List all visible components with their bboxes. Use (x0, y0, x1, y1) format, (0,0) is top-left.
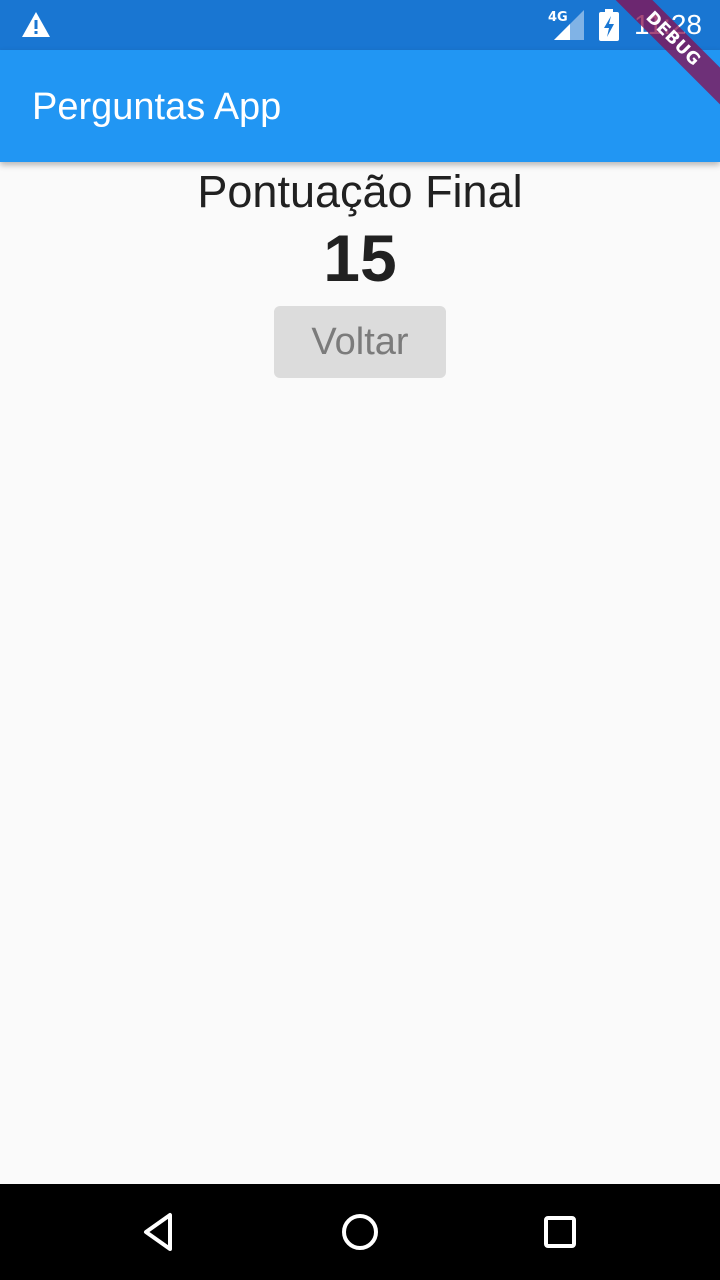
final-score-label: Pontuação Final (197, 166, 523, 217)
app-title: Perguntas App (32, 86, 282, 128)
status-bar: 4G 11:28 (0, 0, 720, 50)
network-type-label: 4G (548, 10, 568, 25)
navigation-bar (0, 1184, 720, 1280)
final-score-value: 15 (323, 221, 397, 295)
home-circle-icon[interactable] (338, 1210, 382, 1254)
screen: 4G 11:28 DEBUG Perguntas App Pontuação F… (0, 0, 720, 1280)
warning-icon (22, 12, 50, 37)
app-bar: Perguntas App (0, 50, 720, 162)
recents-square-icon[interactable] (538, 1210, 582, 1254)
back-button[interactable]: Voltar (274, 306, 446, 378)
back-triangle-icon[interactable] (138, 1210, 182, 1254)
battery-charging-icon (599, 9, 619, 41)
